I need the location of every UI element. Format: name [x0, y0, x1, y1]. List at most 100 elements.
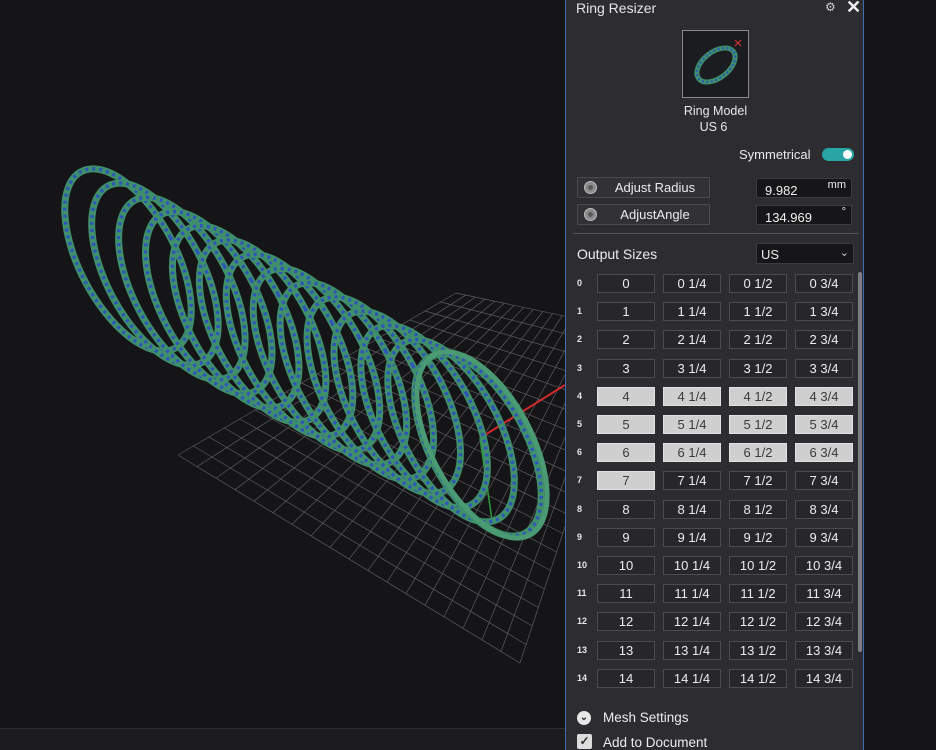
adjust-angle-input[interactable]: 134.969 ° — [756, 205, 852, 225]
size-button[interactable]: 12 — [597, 612, 655, 632]
adjust-angle-value: 134.969 — [765, 210, 812, 225]
size-button[interactable]: 13 3/4 — [795, 640, 853, 660]
size-button[interactable]: 14 — [597, 668, 655, 688]
size-button[interactable]: 6 1/2 — [729, 443, 787, 463]
size-button[interactable]: 5 1/2 — [729, 415, 787, 434]
size-row-label: 8 — [577, 503, 583, 514]
size-button[interactable]: 10 3/4 — [795, 556, 853, 575]
size-button[interactable]: 6 1/4 — [663, 443, 721, 463]
symmetrical-toggle[interactable] — [822, 148, 854, 161]
model-size: US 6 — [699, 120, 728, 134]
size-row: 8 8 8 1/4 8 1/2 8 3/4 — [566, 496, 863, 524]
size-button[interactable]: 9 3/4 — [795, 527, 853, 547]
mesh-settings-section[interactable]: ⌄ Mesh Settings — [577, 710, 857, 728]
size-row-label: 10 — [577, 560, 588, 570]
size-button[interactable]: 12 1/2 — [729, 612, 787, 632]
size-button[interactable]: 14 1/2 — [729, 668, 787, 688]
size-button[interactable]: 1 3/4 — [795, 302, 853, 322]
size-button[interactable]: 1 — [597, 302, 655, 322]
size-button[interactable]: 10 1/2 — [729, 556, 787, 575]
size-button[interactable]: 7 1/2 — [729, 471, 787, 491]
size-button[interactable]: 6 3/4 — [795, 443, 853, 463]
adjust-radius-button[interactable]: Adjust Radius — [577, 177, 710, 198]
size-row: 10 10 10 1/4 10 1/2 10 3/4 — [566, 552, 863, 580]
ring-model-thumbnail[interactable] — [682, 30, 749, 98]
size-row: 12 12 12 1/4 12 1/2 12 3/4 — [566, 608, 863, 636]
size-button[interactable]: 4 1/2 — [729, 386, 787, 406]
size-button[interactable]: 3 3/4 — [795, 358, 853, 378]
size-button[interactable]: 3 1/4 — [663, 358, 721, 378]
size-button[interactable]: 11 1/2 — [729, 584, 787, 604]
size-button[interactable]: 11 — [597, 584, 655, 604]
3d-viewport[interactable] — [0, 0, 565, 750]
size-button[interactable]: 0 1/4 — [663, 274, 721, 293]
model-name: Ring Model — [683, 104, 748, 118]
size-button[interactable]: 11 3/4 — [795, 584, 853, 604]
gear-icon[interactable]: ⚙ — [825, 0, 836, 14]
size-row-label: 2 — [577, 334, 583, 345]
size-button[interactable]: 11 1/4 — [663, 584, 721, 604]
size-grid: 000 1/4 0 1/2 0 3/4 1 1 1 1/4 1 1/2 1 3/4 2 2 2 1/… — [566, 270, 863, 702]
add-to-document-checkbox[interactable]: ✓ — [577, 734, 592, 749]
size-grid-scrollbar[interactable] — [858, 272, 862, 652]
size-button[interactable]: 12 1/4 — [663, 612, 721, 632]
size-button[interactable]: 4 — [597, 386, 655, 406]
size-button[interactable]: 5 3/4 — [795, 415, 853, 434]
size-button[interactable]: 2 1/4 — [663, 330, 721, 350]
close-icon[interactable]: ✕ — [846, 0, 861, 18]
size-button[interactable]: 7 3/4 — [795, 471, 853, 491]
size-button[interactable]: 1 1/4 — [663, 302, 721, 322]
size-button[interactable]: 0 — [597, 274, 655, 293]
adjust-radius-unit: mm — [827, 179, 846, 191]
size-button[interactable]: 4 3/4 — [795, 386, 853, 406]
size-button[interactable]: 0 1/2 — [729, 274, 787, 293]
size-button[interactable]: 5 1/4 — [663, 415, 721, 434]
size-button[interactable]: 2 3/4 — [795, 330, 853, 350]
size-row-label: 6 — [577, 447, 583, 458]
size-button[interactable]: 12 3/4 — [795, 612, 853, 632]
output-sizes-label: Output Sizes — [577, 246, 658, 262]
size-button[interactable]: 2 1/2 — [729, 330, 787, 350]
symmetrical-label: Symmetrical — [739, 147, 811, 162]
size-button[interactable]: 0 3/4 — [795, 274, 853, 293]
size-button[interactable]: 1 1/2 — [729, 302, 787, 322]
size-row: 13 13 13 1/4 13 1/2 13 3/4 — [566, 637, 863, 665]
size-button[interactable]: 7 — [597, 471, 655, 491]
size-button[interactable]: 13 1/2 — [729, 640, 787, 660]
chevron-down-icon: ⌄ — [839, 247, 849, 259]
size-button[interactable]: 9 — [597, 527, 655, 547]
size-button[interactable]: 13 1/4 — [663, 640, 721, 660]
output-sizes-value: US — [761, 247, 780, 262]
size-button[interactable]: 8 — [597, 499, 655, 519]
size-button[interactable]: 14 1/4 — [663, 668, 721, 688]
viewport-scene — [61, 165, 565, 664]
size-button[interactable]: 3 — [597, 358, 655, 378]
size-button[interactable]: 13 — [597, 640, 655, 660]
size-button[interactable]: 10 — [597, 556, 655, 575]
size-button[interactable]: 3 1/2 — [729, 358, 787, 378]
size-row-label: 11 — [577, 588, 587, 599]
size-button[interactable]: 6 — [597, 443, 655, 463]
adjust-radius-label: Adjust Radius — [614, 180, 696, 195]
output-sizes-select[interactable]: US ⌄ — [756, 243, 854, 264]
size-row-label: 3 — [577, 362, 583, 373]
adjust-radius-input[interactable]: 9.982 mm — [756, 178, 852, 198]
add-to-document-option[interactable]: ✓ Add to Document — [577, 734, 857, 750]
size-row: 6 6 6 1/4 6 1/2 6 3/4 — [566, 439, 863, 467]
adjust-angle-button[interactable]: AdjustAngle — [577, 204, 710, 225]
panel-title: Ring Resizer — [576, 0, 657, 16]
size-button[interactable]: 9 1/2 — [729, 527, 787, 547]
size-button[interactable]: 7 1/4 — [663, 471, 721, 491]
size-button[interactable]: 5 — [597, 415, 655, 434]
size-button[interactable]: 14 3/4 — [795, 668, 853, 688]
size-row-label: 14 — [577, 672, 588, 683]
size-button[interactable]: 8 1/4 — [663, 499, 721, 519]
size-row: 14 14 14 1/4 14 1/2 14 3/4 — [566, 665, 863, 693]
size-button[interactable]: 8 3/4 — [795, 499, 853, 519]
size-button[interactable]: 4 1/4 — [663, 386, 721, 406]
size-button[interactable]: 8 1/2 — [729, 499, 787, 519]
size-button[interactable]: 10 1/4 — [663, 556, 721, 575]
size-button[interactable]: 2 — [597, 330, 655, 350]
size-button[interactable]: 9 1/4 — [663, 527, 721, 547]
divider — [573, 233, 858, 234]
